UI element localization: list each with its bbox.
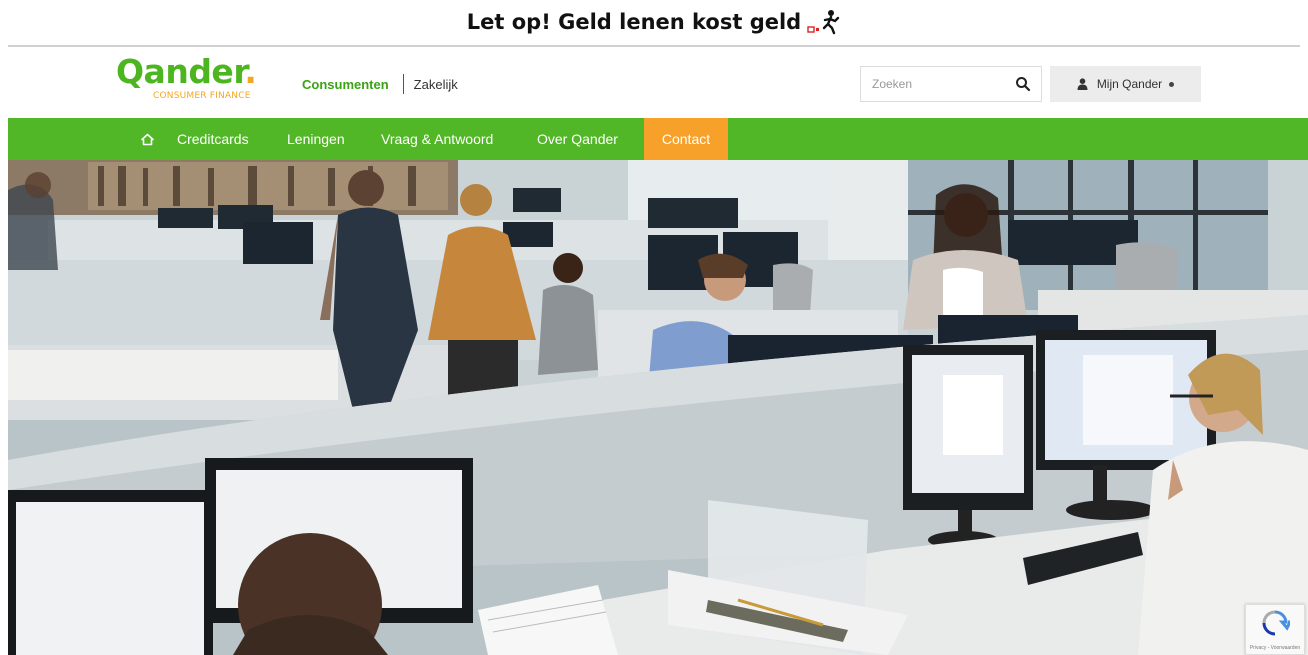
nav-item-vraag-antwoord[interactable]: Vraag & Antwoord: [381, 118, 493, 160]
recaptcha-label: Privacy - Voorwaarden: [1249, 644, 1301, 651]
recaptcha-badge[interactable]: Privacy - Voorwaarden: [1245, 604, 1305, 655]
nav-item-creditcards[interactable]: Creditcards: [177, 118, 249, 160]
nav-item-leningen[interactable]: Leningen: [287, 118, 345, 160]
account-dropdown-indicator: [1169, 81, 1175, 87]
legal-warning-text: Let op! Geld lenen kost geld: [466, 10, 802, 34]
search-box: [860, 66, 1042, 102]
segment-zakelijk-link[interactable]: Zakelijk: [414, 77, 458, 92]
legal-warning-banner: Let op! Geld lenen kost geld: [0, 0, 1308, 44]
header-divider: [8, 45, 1300, 47]
nav-item-over-qander[interactable]: Over Qander: [537, 118, 618, 160]
nav-item-contact[interactable]: Contact: [644, 118, 728, 160]
search-input[interactable]: [861, 69, 1007, 99]
running-person-icon: [807, 9, 841, 35]
segment-divider: [402, 74, 404, 94]
logo-wordmark: Qander: [116, 52, 245, 91]
my-account-label: Mijn Qander: [1096, 77, 1163, 91]
recaptcha-icon: [1260, 609, 1293, 642]
hero-office-photo: [8, 160, 1308, 655]
logo-tagline: CONSUMER FINANCE: [153, 91, 251, 101]
audience-switch: Consumenten Zakelijk: [302, 74, 458, 94]
user-icon: [1077, 78, 1088, 90]
my-account-button[interactable]: Mijn Qander: [1050, 66, 1201, 102]
qander-logo[interactable]: Qander. CONSUMER FINANCE: [116, 54, 276, 112]
main-nav: Creditcards Leningen Vraag & Antwoord Ov…: [8, 118, 1308, 160]
segment-consumenten-link[interactable]: Consumenten: [302, 77, 389, 92]
logo-dot: .: [244, 52, 257, 91]
search-icon[interactable]: [1015, 76, 1031, 92]
home-icon[interactable]: [136, 118, 158, 160]
site-header: Qander. CONSUMER FINANCE Consumenten Zak…: [0, 48, 1308, 118]
